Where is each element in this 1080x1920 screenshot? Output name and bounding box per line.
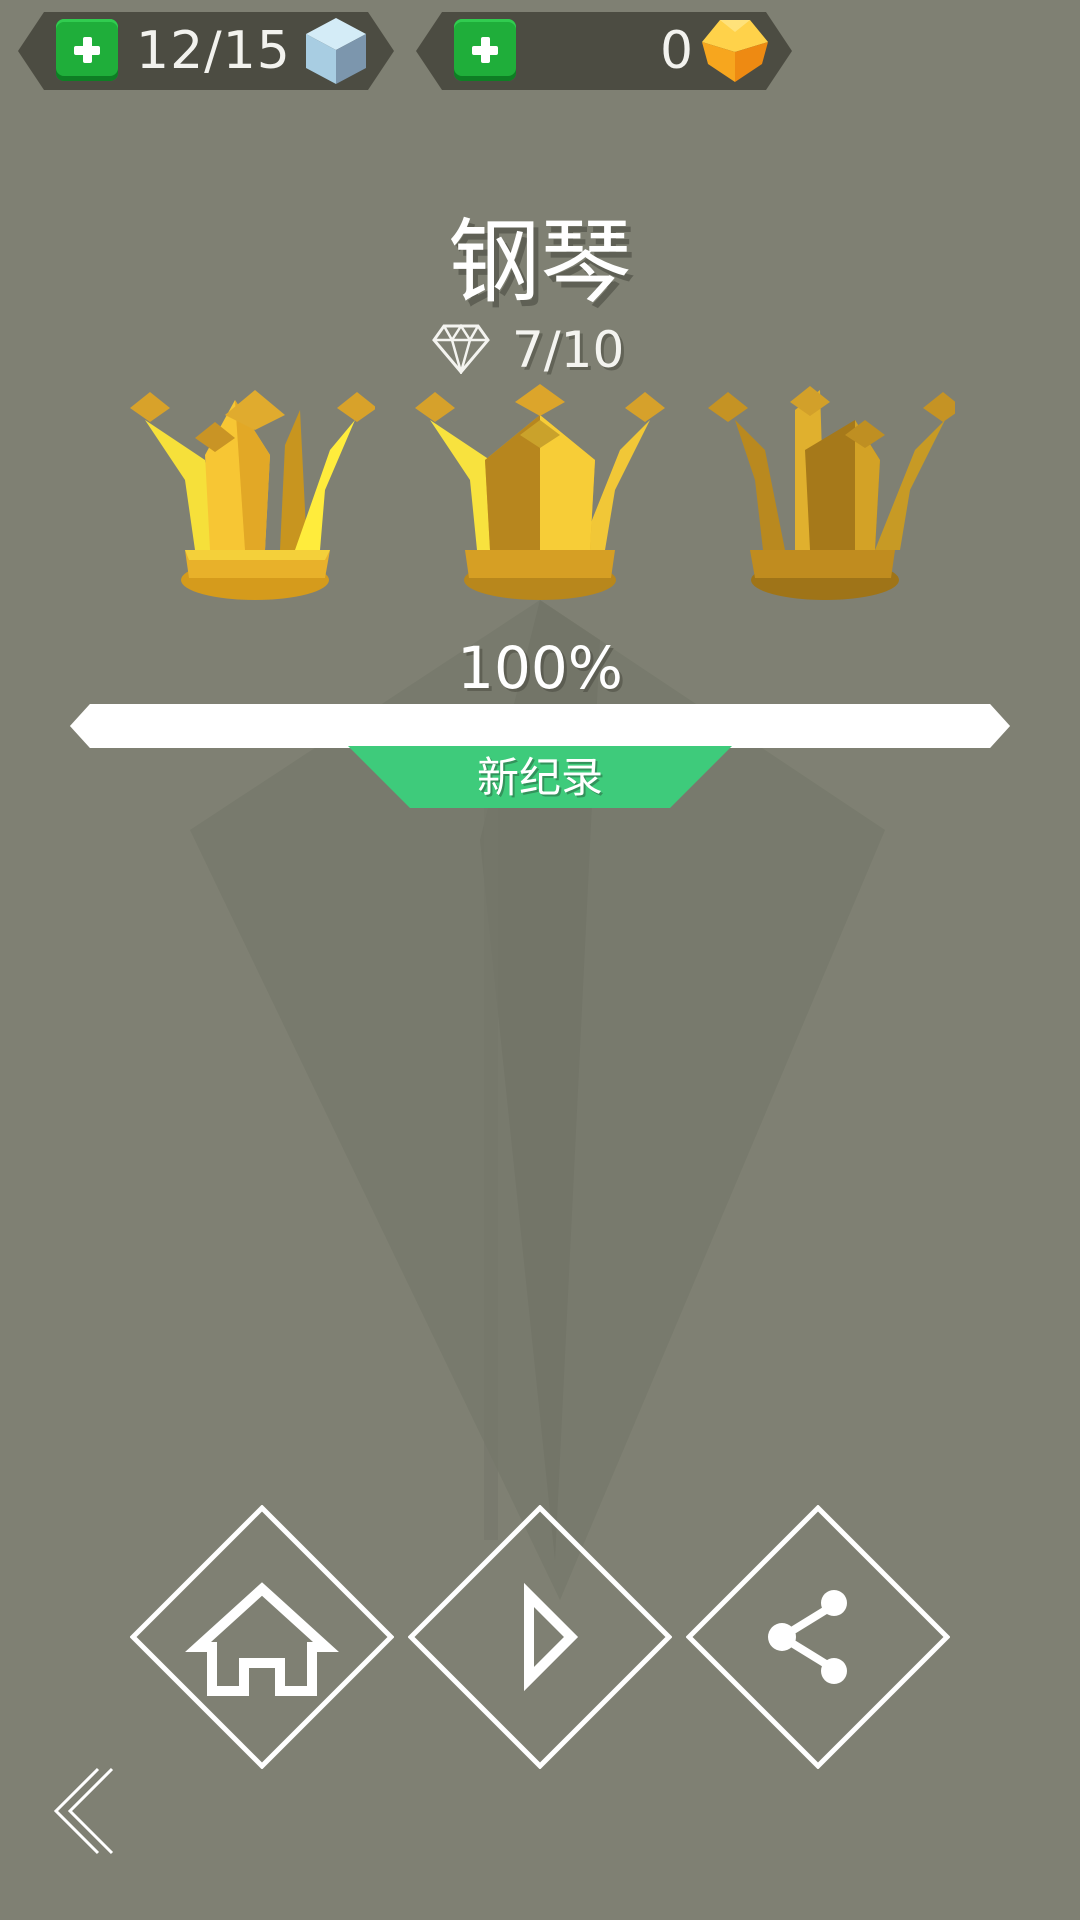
diamond-count: 7/10 — [512, 321, 625, 379]
gold-gem-icon — [702, 20, 768, 82]
diamond-progress: 7/10 — [0, 318, 1080, 382]
completion-percent: 100% — [457, 634, 623, 702]
crown-icon-2 — [415, 384, 665, 600]
home-button[interactable] — [130, 1505, 394, 1769]
add-gems-button[interactable] — [454, 19, 516, 81]
back-arrow-icon — [53, 1767, 114, 1855]
progress-bar-fill — [70, 704, 1010, 748]
progress-bar — [70, 704, 1010, 748]
cube-count: 12/15 — [136, 21, 291, 81]
diamond-icon — [432, 324, 490, 374]
home-icon — [185, 1582, 339, 1696]
crown-icon-1 — [130, 390, 375, 600]
ice-cube-icon — [306, 18, 366, 84]
gem-count: 0 — [660, 21, 695, 81]
cube-counter: 12/15 — [18, 12, 394, 90]
add-cubes-button[interactable] — [56, 19, 118, 81]
new-record-label: 新纪录 — [476, 753, 603, 802]
share-button[interactable] — [686, 1505, 950, 1769]
share-icon — [768, 1590, 847, 1684]
level-title: 钢琴 — [447, 209, 632, 316]
crown-icon-3 — [708, 386, 955, 600]
replay-play-button[interactable] — [408, 1505, 672, 1769]
play-icon — [524, 1582, 579, 1692]
back-button[interactable] — [50, 1765, 120, 1857]
gem-counter: 0 — [416, 12, 792, 90]
